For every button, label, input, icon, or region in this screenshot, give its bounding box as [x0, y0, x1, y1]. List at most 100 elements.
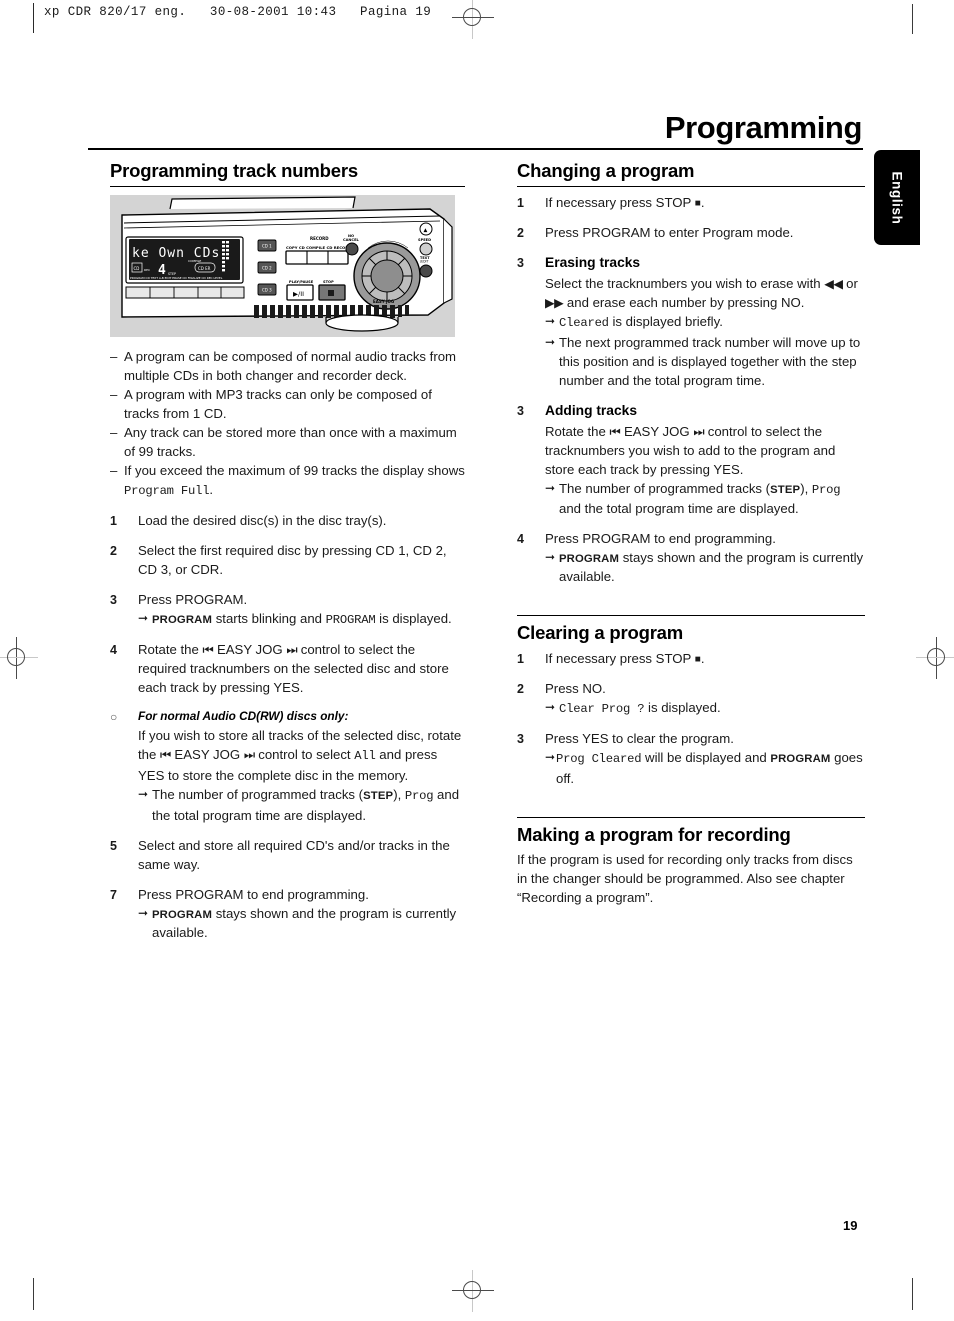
svg-text:ke Own CDs: ke Own CDs	[132, 246, 220, 261]
erasing-result-2: ➞ The next programmed track number will …	[545, 333, 865, 390]
result-pre: The number of programmed tracks (	[152, 786, 364, 802]
step-text: Press PROGRAM to enter Program mode.	[545, 225, 794, 241]
erasing-result-1: ➞ Cleared is displayed briefly.	[545, 312, 865, 333]
bullet-text-pre: If you exceed the maximum of 99 tracks t…	[124, 463, 465, 479]
step-3: 3 Press PROGRAM. ➞ PROGRAM starts blinki…	[110, 590, 465, 630]
step-text: Adding tracks Rotate the ⏮ EASY JOG ⏭ co…	[545, 401, 865, 518]
step-1: 1 Load the desired disc(s) in the disc t…	[110, 511, 465, 530]
bullet-text: Any track can be stored more than once w…	[124, 425, 457, 460]
note-body: For normal Audio CD(RW) discs only: If y…	[138, 708, 465, 824]
indicator-program: PROGRAM	[559, 553, 620, 566]
arrow-icon: ➞	[545, 480, 556, 495]
result-mid: ),	[393, 786, 405, 802]
clearing-step-1: 1 If necessary press STOP ■.	[517, 649, 865, 668]
step-number: 1	[517, 196, 524, 211]
display-text-program-full: Program Full	[124, 484, 210, 499]
svg-text:STOP: STOP	[323, 280, 334, 284]
svg-text:COPY CD COMPILE CD RECORD: COPY CD COMPILE CD RECORD	[286, 245, 351, 250]
result-mid: will be displayed and	[641, 750, 771, 766]
result-pre: starts blinking and	[212, 610, 326, 626]
step-number: 3	[517, 732, 524, 747]
indicator-program: PROGRAM	[152, 613, 213, 626]
erasing-tracks-step: 3 Erasing tracks Select the tracknumbers…	[517, 253, 865, 389]
page-title: Programming	[664, 110, 863, 145]
title-rule	[88, 148, 863, 150]
section-rule	[517, 615, 865, 617]
registration-mark-bottom	[452, 1270, 494, 1312]
step-text: Rotate the ⏮ EASY JOG ⏭ control to selec…	[138, 640, 465, 697]
bullet-item: – If you exceed the maximum of 99 tracks…	[110, 461, 465, 501]
document-page: xp CDR 820/17 eng. 30-08-2001 10:43 Pagi…	[0, 0, 954, 1321]
note-block: ○ For normal Audio CD(RW) discs only: If…	[110, 708, 465, 824]
indicator-program: PROGRAM	[770, 753, 831, 766]
step-result: ➞ Clear Prog ? is displayed.	[545, 698, 865, 719]
recording-paragraph: If the program is used for recording onl…	[517, 852, 853, 906]
step-result: ➞ PROGRAM stays shown and the program is…	[545, 548, 865, 586]
section-title-programming-track-numbers: Programming track numbers	[110, 160, 358, 181]
erasing-text-b: or	[842, 276, 858, 292]
skip-forward-icon: ⏭	[243, 748, 255, 763]
adding-tracks-step: 3 Adding tracks Rotate the ⏮ EASY JOG ⏭ …	[517, 401, 865, 518]
step-number: 5	[110, 838, 117, 853]
step-number: 3	[517, 403, 524, 418]
skip-forward-icon: ⏭	[286, 643, 298, 658]
result-text: The number of programmed tracks (STEP), …	[559, 479, 865, 519]
arrow-icon: ➞	[138, 610, 149, 625]
svg-text:COMPILE: COMPILE	[188, 259, 201, 263]
step-text-pre: If necessary press STOP	[545, 195, 695, 211]
result-text: Clear Prog ? is displayed.	[559, 698, 865, 719]
svg-text:CD 2: CD 2	[262, 266, 272, 271]
step-number: 2	[110, 543, 117, 558]
bullet-text-post: .	[209, 482, 214, 498]
crop-line-bottom-right	[912, 1278, 913, 1310]
bullet-text: A program with MP3 tracks can only be co…	[124, 387, 432, 422]
left-column: Programming track numbers ke Own CDs 4 S…	[110, 160, 465, 953]
erasing-text-c: and erase each number by pressing NO.	[563, 295, 805, 311]
bullet-dash: –	[110, 387, 118, 403]
step-number: 2	[517, 681, 524, 696]
svg-text:SPEED: SPEED	[418, 238, 431, 242]
note-text-b: EASY JOG	[170, 747, 244, 763]
step-number: 3	[517, 256, 524, 271]
display-text-clear-prog: Clear Prog ?	[559, 701, 645, 716]
result-post: is displayed briefly.	[608, 314, 723, 330]
step-result: ➞ PROGRAM starts blinking and PROGRAM is…	[138, 609, 465, 630]
registration-mark-top	[452, 0, 494, 39]
subheading-erasing-tracks: Erasing tracks	[545, 255, 641, 271]
display-text-all: All	[354, 749, 376, 764]
step-number: 3	[110, 592, 117, 607]
step-result: ➞ Prog Cleared will be displayed and PRO…	[545, 748, 865, 788]
bullet-text: If you exceed the maximum of 99 tracks t…	[124, 461, 465, 501]
step-text: If necessary press STOP ■.	[545, 193, 865, 212]
arrow-icon: ➞	[138, 786, 149, 801]
step-number: 1	[517, 651, 524, 666]
cd-recorder-illustration: ke Own CDs 4 STEP CD REC CD ER COMPILE P…	[110, 195, 455, 338]
step-text-post: .	[700, 650, 705, 666]
step-text: Press PROGRAM. ➞ PROGRAM starts blinking…	[138, 590, 465, 630]
print-slug: xp CDR 820/17 eng. 30-08-2001 10:43 Pagi…	[44, 5, 432, 19]
svg-text:PLAY/PAUSE: PLAY/PAUSE	[289, 280, 314, 284]
step-instruction: Press PROGRAM to end programming.	[545, 531, 776, 547]
skip-back-icon: ⏮	[160, 748, 171, 763]
svg-text:RECORD: RECORD	[310, 236, 329, 241]
note-text-c: control to select	[254, 747, 355, 763]
step-text-post: .	[700, 195, 705, 211]
section-rule	[517, 816, 865, 818]
result-post: is displayed.	[644, 699, 721, 715]
note-heading: For normal Audio CD(RW) discs only:	[138, 709, 349, 724]
notes-bullet-list: – A program can be composed of normal au…	[110, 347, 465, 501]
bullet-dash: –	[110, 349, 118, 365]
svg-text:CD 1: CD 1	[262, 244, 272, 249]
skip-forward-icon: ⏭	[693, 424, 705, 439]
arrow-icon: ➞	[545, 550, 556, 565]
display-text-cleared: Cleared	[559, 316, 609, 331]
svg-text:EASY JOG: EASY JOG	[373, 299, 394, 304]
skip-back-icon: ⏮	[609, 424, 621, 439]
svg-text:CD 3: CD 3	[262, 288, 272, 293]
display-text-prog: Prog	[811, 482, 841, 497]
adding-text-b: EASY JOG	[620, 423, 694, 439]
registration-mark-left	[0, 637, 38, 679]
bullet-item: – A program with MP3 tracks can only be …	[110, 385, 465, 423]
display-text-program: PROGRAM	[325, 612, 376, 627]
